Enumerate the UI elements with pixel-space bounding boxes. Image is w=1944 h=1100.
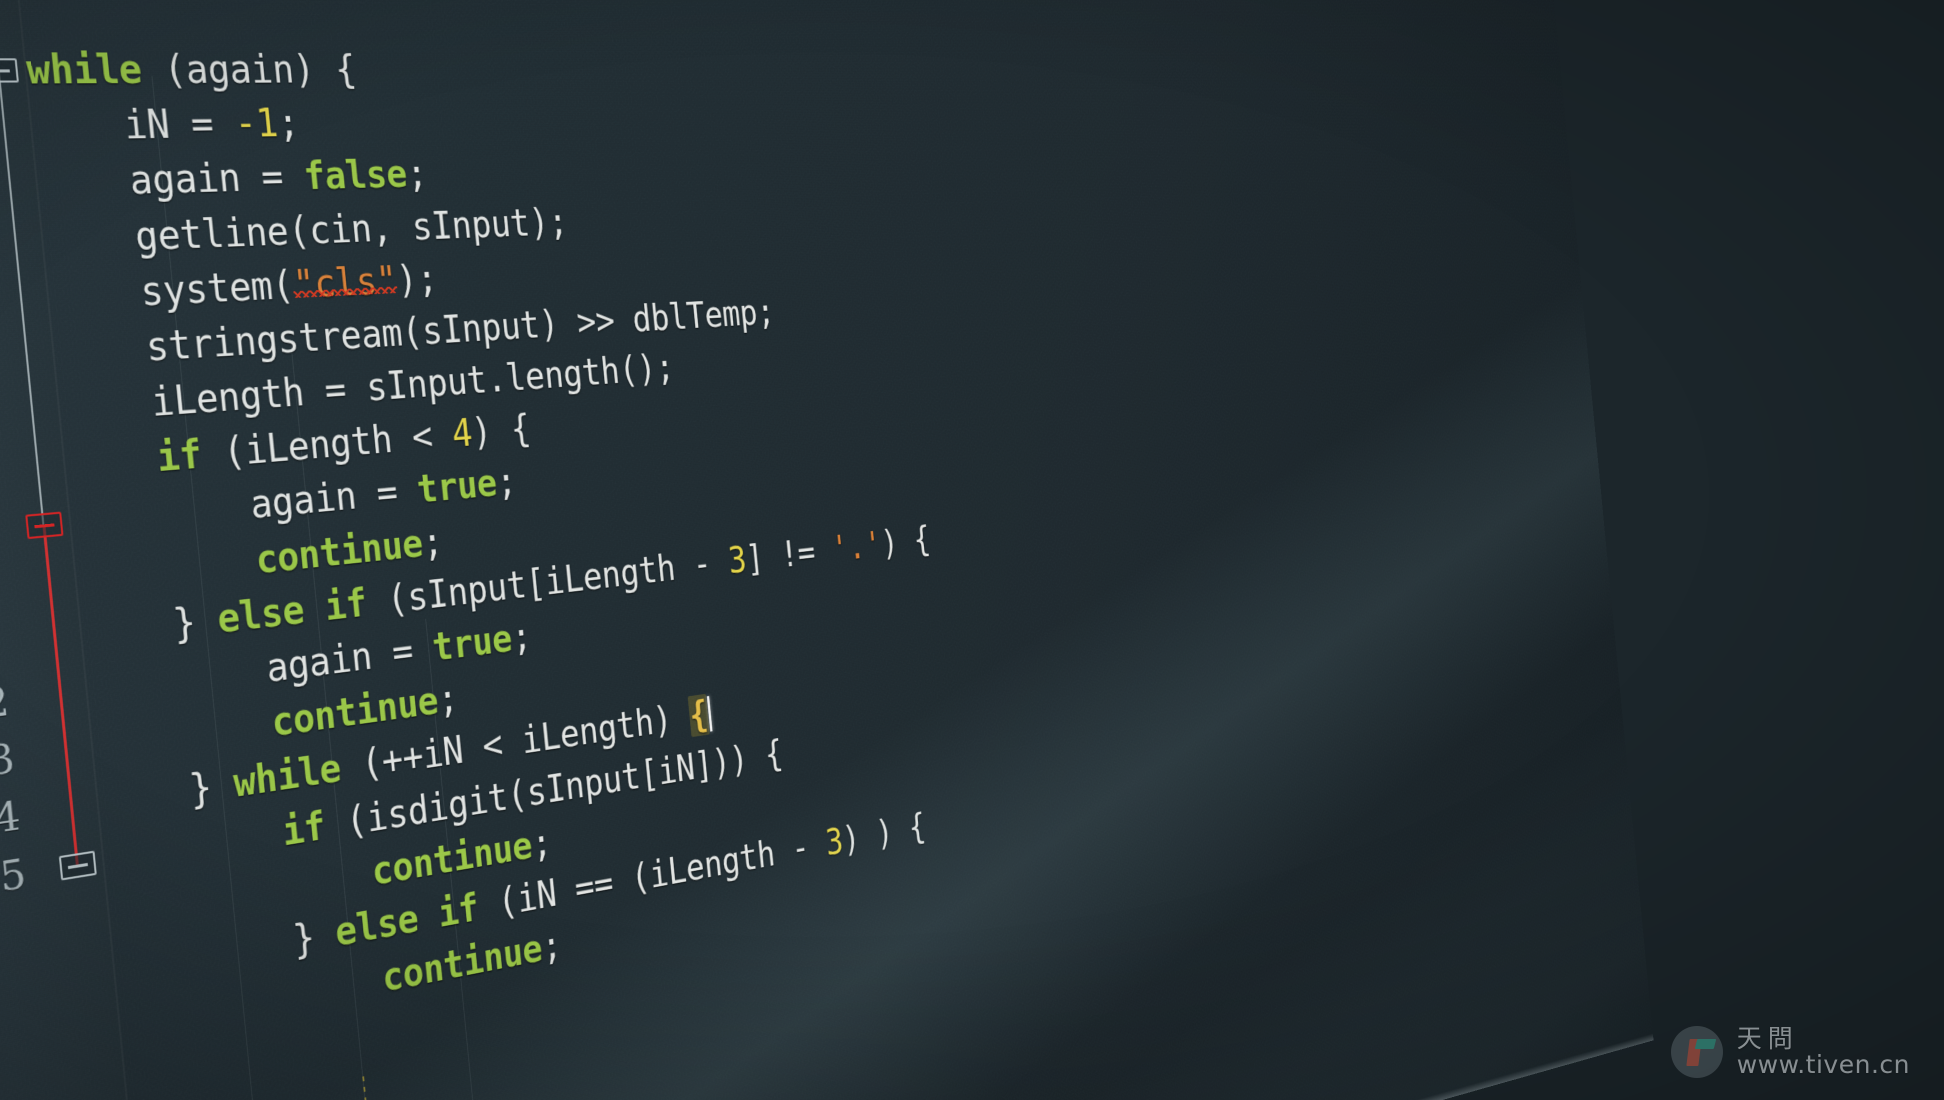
code-token-kw: true <box>415 462 499 513</box>
code-token-str: '.' <box>829 524 884 570</box>
code-token-kw: false <box>301 153 409 200</box>
watermark-text-block: 天問 www.tiven.cn <box>1736 1023 1910 1079</box>
code-token-plain: } <box>290 911 338 964</box>
logo-stroke-horizontal <box>1694 1038 1716 1049</box>
code-token-num: -1 <box>232 101 280 147</box>
code-token-kw: if <box>280 803 328 855</box>
code-token-plain: ) { <box>879 519 932 564</box>
code-token-plain: ; <box>539 923 564 970</box>
fold-collapse-while-block[interactable] <box>0 58 19 83</box>
watermark-url-label: www.tiven.cn <box>1736 1049 1910 1079</box>
watermark: 天問 www.tiven.cn <box>1670 1023 1910 1079</box>
fold-collapse-end-marker[interactable] <box>58 850 97 881</box>
editor-screen-surface: 5165175185195205215225235245255265275285… <box>0 0 1654 1100</box>
code-token-plain: ; <box>404 152 429 197</box>
fold-line-active <box>42 524 79 866</box>
code-token-plain: system( <box>138 263 296 315</box>
code-token-plain: again = <box>127 155 307 204</box>
code-line[interactable] <box>18 0 1558 49</box>
screen-perspective-wrapper: 5165175185195205215225235245255265275285… <box>0 0 1944 1100</box>
code-token-plain: ; <box>435 676 460 723</box>
code-token-plain: ) { <box>469 407 533 455</box>
code-token-plain: } <box>171 597 220 648</box>
line-number: 535 <box>0 849 30 910</box>
code-token-kw: while <box>24 47 144 94</box>
code-token-kw: true <box>430 617 514 671</box>
code-token-plain: iN = <box>122 102 237 149</box>
spell-error-token: "cls" <box>291 258 399 308</box>
code-token-plain: ; <box>420 519 445 565</box>
code-token-plain: ; <box>275 101 301 146</box>
code-token-plain: ] != <box>744 530 834 580</box>
code-token-plain: ; <box>509 615 534 660</box>
tiven-t-logo-icon <box>1670 1025 1723 1078</box>
code-token-plain: ; <box>494 460 518 505</box>
photo-of-code-editor-screen: 5165175185195205215225235245255265275285… <box>0 0 1944 1100</box>
watermark-cn-label: 天問 <box>1736 1023 1799 1053</box>
fold-collapse-else-if-block[interactable] <box>25 511 64 539</box>
code-token-plain: } <box>187 762 236 814</box>
code-text-area[interactable]: string sInput;int iLength, iN;double dbl… <box>0 0 1654 1100</box>
code-token-plain: ; <box>529 820 554 867</box>
code-token-kw: if <box>154 432 204 482</box>
code-token-plain: (again) { <box>139 47 358 93</box>
code-token-plain: ); <box>394 257 439 303</box>
